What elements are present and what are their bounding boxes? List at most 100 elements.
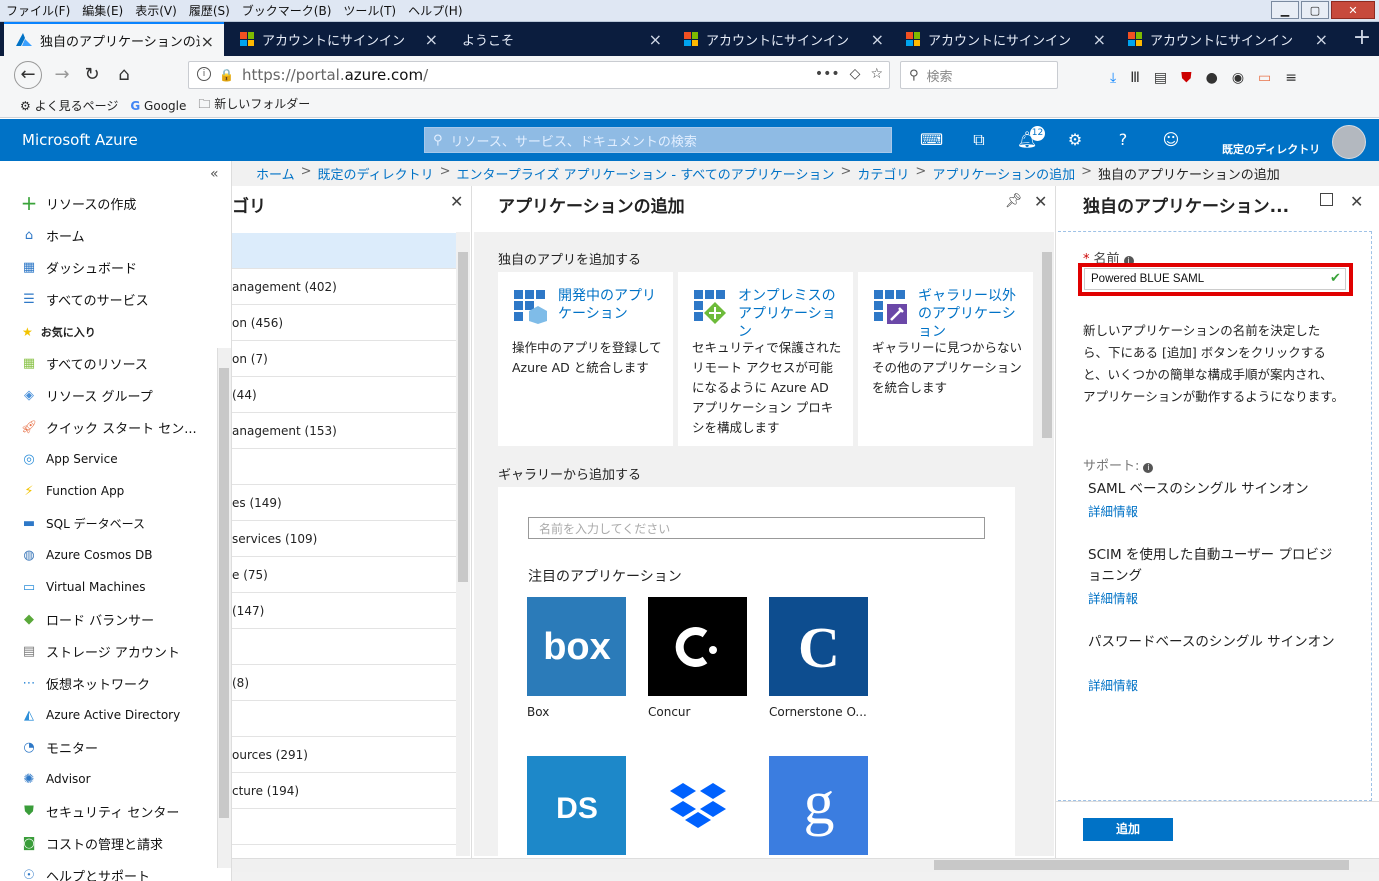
category-row[interactable] <box>232 449 456 485</box>
close-icon[interactable]: × <box>649 30 662 49</box>
sidebar-item[interactable]: 🚀︎ クイック スタート セン... <box>20 414 197 440</box>
cloud-shell-icon[interactable]: ⌨ <box>920 130 943 150</box>
category-scroll-thumb[interactable] <box>458 252 468 582</box>
pin-icon[interactable]: 📌︎ <box>1005 193 1023 209</box>
close-icon[interactable]: ✕ <box>1350 192 1363 211</box>
sidebar-item[interactable]: ⛊ セキュリティ センター <box>20 798 179 824</box>
settings-icon[interactable]: ⚙ <box>1064 130 1086 150</box>
close-icon[interactable]: × <box>1093 30 1106 49</box>
breadcrumb-add-application[interactable]: アプリケーションの追加 <box>932 164 1075 183</box>
star-icon[interactable]: ☆ <box>870 66 883 82</box>
azure-search-input[interactable]: ⚲ リソース、サービス、ドキュメントの検索 <box>424 127 892 153</box>
sidebar-item[interactable]: ◔ モニター <box>20 734 98 760</box>
sidebar-item[interactable]: ◍ Azure Cosmos DB <box>20 542 152 568</box>
tab-signin-4[interactable]: アカウントにサインイン × <box>1116 22 1338 56</box>
app-tile-docusign[interactable]: DS <box>527 756 626 855</box>
help-icon[interactable]: ? <box>1112 130 1134 150</box>
category-row[interactable] <box>232 629 456 665</box>
category-row[interactable] <box>232 701 456 737</box>
horizontal-scroll-thumb[interactable] <box>934 860 1349 870</box>
app-name-input[interactable] <box>1084 268 1346 290</box>
sidebar-item[interactable]: ◎ App Service <box>20 446 117 472</box>
menu-file[interactable]: ファイル(F) <box>0 2 76 19</box>
breadcrumb-category[interactable]: カテゴリ <box>857 164 909 183</box>
back-button[interactable]: ← <box>14 61 42 89</box>
card-on-premises-app[interactable]: オンプレミスのアプリケーション セキュリティで保護されたリモート アクセスが可能… <box>678 272 853 446</box>
menu-view[interactable]: 表示(V) <box>129 2 183 19</box>
sidebar-item[interactable]: ⚡︎ Function App <box>20 478 124 504</box>
home-button[interactable]: ⌂ <box>112 64 136 88</box>
category-row[interactable]: cture (194) <box>232 773 456 809</box>
breadcrumb-enterprise-apps[interactable]: エンタープライズ アプリケーション - すべてのアプリケーション <box>457 164 835 183</box>
tab-welcome[interactable]: ようこそ × <box>450 22 672 56</box>
minimize-button[interactable]: ▁ <box>1271 1 1299 19</box>
new-tab-button[interactable]: + <box>1349 26 1375 52</box>
breadcrumb-directory[interactable]: 既定のディレクトリ <box>318 164 434 183</box>
close-icon[interactable]: × <box>425 30 438 49</box>
sidebar-item[interactable]: ▦ すべてのリソース <box>20 350 148 376</box>
extension-icon[interactable]: ● <box>1206 70 1218 86</box>
card-non-gallery-app[interactable]: ギャラリー以外のアプリケーション ギャラリーに見つからないその他のアプリケーショ… <box>858 272 1033 446</box>
library-icon[interactable]: Ⅲ <box>1130 70 1140 86</box>
menu-bookmarks[interactable]: ブックマーク(B) <box>236 2 338 19</box>
category-row[interactable]: es (149) <box>232 485 456 521</box>
sidebar-item[interactable]: ▭ Virtual Machines <box>20 574 146 600</box>
gallery-search-input[interactable]: 名前を入力してください <box>528 517 985 539</box>
close-icon[interactable]: × <box>1315 30 1328 49</box>
category-row[interactable]: on (456) <box>232 305 456 341</box>
category-row[interactable]: (8) <box>232 665 456 701</box>
close-icon[interactable]: × <box>201 32 214 51</box>
directory-filter-icon[interactable]: ⧉ <box>968 130 990 150</box>
tab-signin-3[interactable]: アカウントにサインイン × <box>894 22 1116 56</box>
feedback-icon[interactable]: ☺ <box>1160 130 1182 150</box>
menu-tools[interactable]: ツール(T) <box>337 2 402 19</box>
sidebar-item[interactable]: ◙ コストの管理と請求 <box>20 830 163 856</box>
browser-search-input[interactable]: ⚲ 検索 <box>900 61 1058 89</box>
reload-button[interactable]: ↻ <box>80 64 104 88</box>
download-icon[interactable]: ⤓ <box>1110 70 1116 86</box>
sidebar-item[interactable]: ◭ Azure Active Directory <box>20 702 180 728</box>
category-row[interactable] <box>232 233 456 269</box>
category-row[interactable]: e (75) <box>232 557 456 593</box>
sidebar-item[interactable]: ◈ リソース グループ <box>20 382 153 408</box>
maximize-button[interactable]: ▢ <box>1301 1 1329 19</box>
url-bar[interactable]: i 🔒 https://portal.azure.com/ ••• ◇ ☆ <box>188 61 890 89</box>
app-tile-google[interactable]: g <box>769 756 868 855</box>
category-row[interactable] <box>232 809 456 845</box>
menu-edit[interactable]: 編集(E) <box>76 2 129 19</box>
sidebar-item[interactable]: ▤ ストレージ アカウント <box>20 638 180 664</box>
sidebar-all-services[interactable]: ☰ すべてのサービス <box>20 286 148 312</box>
info-icon[interactable]: i <box>1143 463 1154 473</box>
close-icon[interactable]: ✕ <box>1034 192 1047 211</box>
sidebar-create-resource[interactable]: + リソースの作成 <box>20 190 137 216</box>
close-icon[interactable]: × <box>871 30 884 49</box>
tab-signin-2[interactable]: アカウントにサインイン × <box>672 22 894 56</box>
bookmark-new-folder[interactable]: 🗀 新しいフォルダー <box>198 95 310 116</box>
collapse-sidebar-icon[interactable]: « <box>210 166 219 182</box>
sidebar-item[interactable]: ✺ Advisor <box>20 766 91 792</box>
maximize-icon[interactable] <box>1320 193 1333 206</box>
more-icon[interactable]: ••• <box>815 66 840 82</box>
window-close-button[interactable]: ✕ <box>1331 1 1375 19</box>
app-tile-concur[interactable] <box>648 597 747 696</box>
add-blade-scroll-thumb[interactable] <box>1042 252 1052 438</box>
category-row[interactable]: (147) <box>232 593 456 629</box>
account-icon[interactable]: ◉ <box>1232 70 1244 86</box>
category-row[interactable]: (44) <box>232 377 456 413</box>
add-button[interactable]: 追加 <box>1083 818 1173 841</box>
sidebar-item[interactable]: ◆ ロード バランサー <box>20 606 154 632</box>
bookmark-most-visited[interactable]: ⚙ よく見るページ <box>20 97 118 114</box>
app-tile-box[interactable]: box <box>527 597 626 696</box>
learn-more-saml-link[interactable]: 詳細情報 <box>1088 501 1138 520</box>
tab-signin-1[interactable]: アカウントにサインイン × <box>228 22 448 56</box>
bookmark-google[interactable]: G Google <box>130 99 186 113</box>
sidebar-item[interactable]: ☉ ヘルプとサポート <box>20 862 150 881</box>
app-tile-cornerstone[interactable]: C <box>769 597 868 696</box>
category-row[interactable]: ources (291) <box>232 737 456 773</box>
close-icon[interactable]: ✕ <box>450 192 463 211</box>
category-row[interactable]: anagement (153) <box>232 413 456 449</box>
sidebar-home[interactable]: ⌂ ホーム <box>20 222 85 248</box>
sidebar-item[interactable]: ▬ SQL データベース <box>20 510 145 536</box>
sidebar-icon[interactable]: ▤ <box>1154 70 1167 86</box>
app-tile-dropbox[interactable] <box>648 756 747 855</box>
